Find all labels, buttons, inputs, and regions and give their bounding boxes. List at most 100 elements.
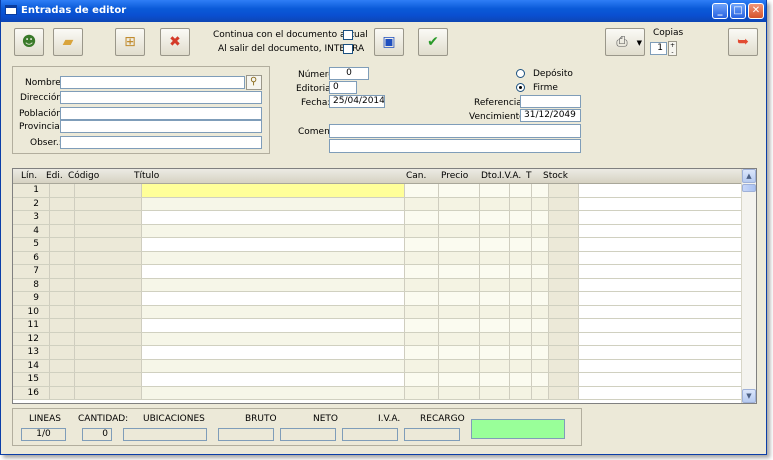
table-row[interactable]: 7 — [13, 265, 742, 279]
table-row[interactable]: 15 — [13, 373, 742, 387]
numero-field[interactable]: 0 — [329, 67, 369, 80]
cell-codigo[interactable] — [75, 386, 142, 399]
cell-edi[interactable] — [50, 319, 75, 332]
cell-t[interactable] — [532, 197, 549, 210]
cell-titulo[interactable] — [142, 224, 405, 237]
delete-document-button[interactable]: ✖ — [160, 28, 190, 56]
cell-titulo[interactable] — [142, 305, 405, 318]
header-iva[interactable]: I.V.A. — [499, 171, 521, 181]
cell-precio[interactable] — [439, 238, 480, 251]
cell-stock[interactable] — [549, 224, 579, 237]
cell-can[interactable] — [405, 184, 439, 197]
header-codigo[interactable]: Código — [68, 171, 99, 181]
header-dto[interactable]: Dto. — [481, 171, 500, 181]
cell-edi[interactable] — [50, 211, 75, 224]
cell-t[interactable] — [532, 332, 549, 345]
cell-stock[interactable] — [549, 292, 579, 305]
header-titulo[interactable]: Título — [134, 171, 159, 181]
cell-precio[interactable] — [439, 346, 480, 359]
cell-can[interactable] — [405, 251, 439, 264]
title-bar[interactable]: Entradas de editor _ □ ✕ — [1, 0, 766, 22]
cell-precio[interactable] — [439, 386, 480, 399]
cell-iva[interactable] — [510, 332, 532, 345]
cell-codigo[interactable] — [75, 332, 142, 345]
cell-codigo[interactable] — [75, 224, 142, 237]
print-button[interactable]: ⎙ ▼ — [605, 28, 645, 56]
cell-t[interactable] — [532, 224, 549, 237]
save-button[interactable]: ▣ — [374, 28, 404, 56]
close-button[interactable]: ✕ — [748, 3, 764, 19]
cell-precio[interactable] — [439, 211, 480, 224]
cell-iva[interactable] — [510, 238, 532, 251]
table-row[interactable]: 14 — [13, 359, 742, 373]
cell-edi[interactable] — [50, 359, 75, 372]
cell-dto[interactable] — [480, 373, 510, 386]
accept-button[interactable]: ✔ — [418, 28, 448, 56]
cell-titulo[interactable] — [142, 184, 405, 197]
cell-precio[interactable] — [439, 224, 480, 237]
cell-edi[interactable] — [50, 224, 75, 237]
cell-codigo[interactable] — [75, 211, 142, 224]
comen-field-2[interactable] — [329, 139, 581, 153]
cell-t[interactable] — [532, 305, 549, 318]
cell-dto[interactable] — [480, 251, 510, 264]
cell-titulo[interactable] — [142, 238, 405, 251]
header-lin[interactable]: Lín. — [21, 171, 37, 181]
table-row[interactable]: 5 — [13, 238, 742, 252]
cell-iva[interactable] — [510, 359, 532, 372]
cell-edi[interactable] — [50, 305, 75, 318]
cell-precio[interactable] — [439, 319, 480, 332]
cell-t[interactable] — [532, 386, 549, 399]
cell-titulo[interactable] — [142, 332, 405, 345]
cell-edi[interactable] — [50, 346, 75, 359]
cell-codigo[interactable] — [75, 373, 142, 386]
cell-t[interactable] — [532, 373, 549, 386]
cell-can[interactable] — [405, 211, 439, 224]
cell-dto[interactable] — [480, 292, 510, 305]
cell-t[interactable] — [532, 184, 549, 197]
deposito-radio[interactable] — [516, 69, 525, 78]
table-row[interactable]: 3 — [13, 211, 742, 225]
firme-radio[interactable] — [516, 83, 525, 92]
cell-precio[interactable] — [439, 373, 480, 386]
cell-can[interactable] — [405, 373, 439, 386]
cell-stock[interactable] — [549, 238, 579, 251]
cell-can[interactable] — [405, 278, 439, 291]
cell-t[interactable] — [532, 359, 549, 372]
poblacion-field[interactable] — [60, 107, 262, 120]
header-can[interactable]: Can. — [406, 171, 426, 181]
cell-titulo[interactable] — [142, 278, 405, 291]
cell-titulo[interactable] — [142, 197, 405, 210]
cell-stock[interactable] — [549, 211, 579, 224]
cell-edi[interactable] — [50, 238, 75, 251]
cell-precio[interactable] — [439, 359, 480, 372]
cell-iva[interactable] — [510, 386, 532, 399]
cell-iva[interactable] — [510, 373, 532, 386]
cell-iva[interactable] — [510, 346, 532, 359]
continua-checkbox[interactable] — [343, 30, 353, 40]
table-row[interactable]: 11 — [13, 319, 742, 333]
referencia-field[interactable] — [520, 95, 581, 108]
cell-iva[interactable] — [510, 197, 532, 210]
new-document-button[interactable]: ⊞ — [115, 28, 145, 56]
exit-button[interactable]: ➥ — [728, 28, 758, 56]
cell-codigo[interactable] — [75, 278, 142, 291]
cell-titulo[interactable] — [142, 265, 405, 278]
cell-stock[interactable] — [549, 184, 579, 197]
minimize-button[interactable]: _ — [712, 3, 728, 19]
cell-stock[interactable] — [549, 332, 579, 345]
cell-titulo[interactable] — [142, 359, 405, 372]
cell-stock[interactable] — [549, 386, 579, 399]
cell-stock[interactable] — [549, 265, 579, 278]
cell-precio[interactable] — [439, 184, 480, 197]
cell-edi[interactable] — [50, 197, 75, 210]
cell-iva[interactable] — [510, 305, 532, 318]
scroll-down-button[interactable]: ▼ — [742, 389, 756, 403]
cell-codigo[interactable] — [75, 238, 142, 251]
cell-dto[interactable] — [480, 265, 510, 278]
cell-can[interactable] — [405, 359, 439, 372]
cell-dto[interactable] — [480, 238, 510, 251]
table-row[interactable]: 9 — [13, 292, 742, 306]
cell-stock[interactable] — [549, 346, 579, 359]
cell-dto[interactable] — [480, 184, 510, 197]
